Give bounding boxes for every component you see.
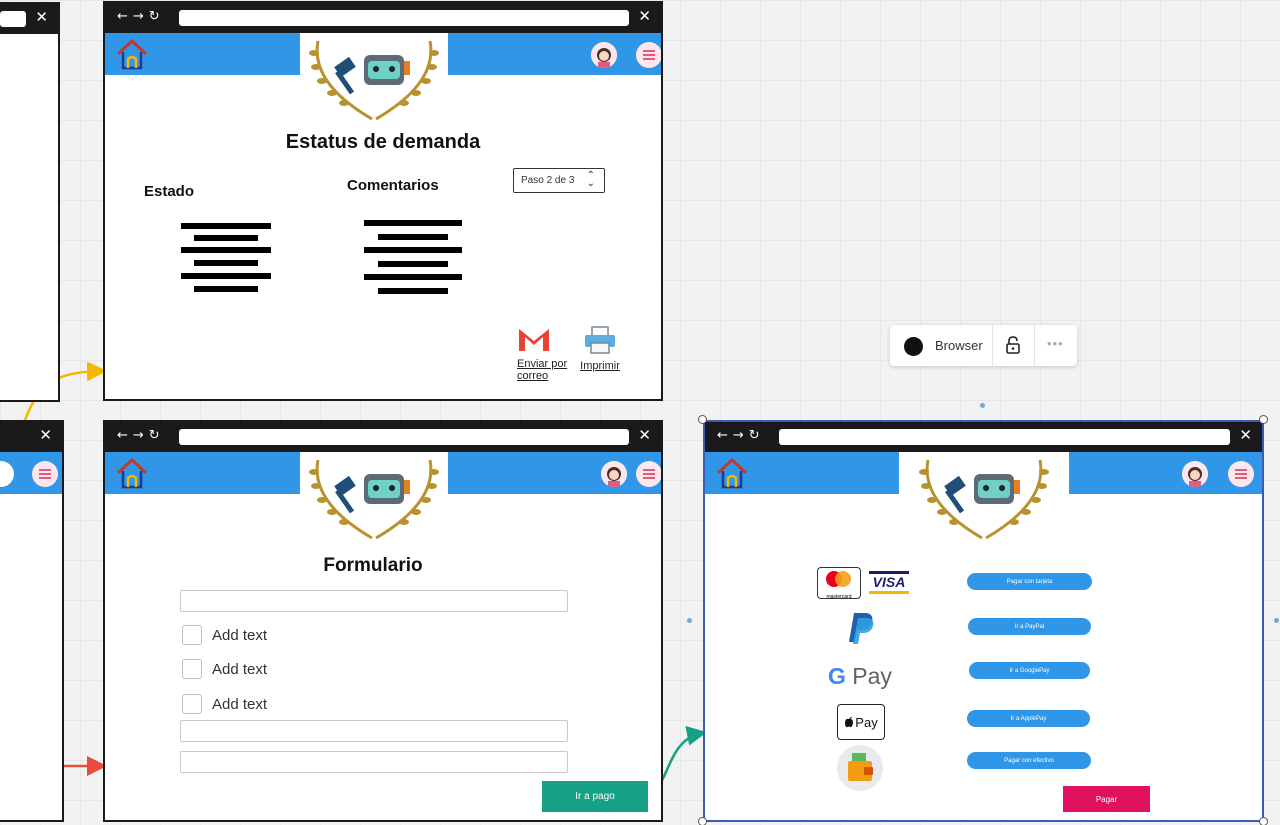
menu-icon[interactable]: [1228, 461, 1254, 487]
wallet-icon: [837, 745, 883, 791]
screen-formulario: ←→↻ ✕ Formulario Add text Add text Add t…: [103, 420, 663, 822]
gmail-icon: [519, 329, 549, 351]
nav-icons[interactable]: ←→↻: [117, 9, 165, 24]
avatar[interactable]: [591, 42, 617, 68]
go-to-payment-button[interactable]: Ir a pago: [542, 781, 648, 812]
browser-chrome: ←→↻ ✕: [705, 422, 1262, 452]
menu-icon[interactable]: [636, 461, 661, 487]
text-field[interactable]: [180, 590, 568, 612]
text-field[interactable]: [180, 751, 568, 773]
printer-icon: [585, 326, 615, 354]
app-header: [105, 452, 661, 544]
color-dot[interactable]: [904, 337, 923, 356]
url-bar[interactable]: [179, 10, 629, 26]
checkbox[interactable]: [182, 694, 202, 714]
print-action[interactable]: Imprimir: [578, 325, 622, 372]
anchor-dot[interactable]: [980, 403, 985, 408]
partial-frame-top-left: ✕: [0, 2, 60, 402]
browser-chrome: ←→↻ ✕: [105, 422, 661, 452]
column-heading-estado: Estado: [144, 183, 195, 200]
apple-pay-text: Pay: [855, 714, 878, 730]
anchor-dot[interactable]: [687, 618, 692, 623]
nav-icons[interactable]: ←→↻: [117, 428, 165, 443]
partial-frame-bottom-left: ✕: [0, 420, 64, 822]
checkbox[interactable]: [182, 625, 202, 645]
mastercard-text: mastercard: [826, 594, 852, 600]
divider: [1034, 325, 1035, 366]
close-icon[interactable]: ✕: [638, 426, 651, 444]
checkbox-row[interactable]: Add text: [182, 694, 267, 714]
selection-handle[interactable]: [698, 817, 707, 825]
logo: [300, 452, 448, 544]
avatar[interactable]: [1182, 461, 1208, 487]
screen-pago: ←→↻ ✕ mastercard VISA G Pay Pay Pagar co…: [703, 420, 1264, 822]
googlepay-button[interactable]: Ir a GooglePay: [969, 662, 1090, 679]
app-header: [705, 452, 1262, 544]
url-bar[interactable]: [779, 429, 1230, 445]
email-label[interactable]: Enviar por correo: [517, 358, 569, 382]
more-icon[interactable]: •••: [1047, 336, 1064, 351]
selection-handle[interactable]: [1259, 415, 1268, 424]
selection-handle[interactable]: [698, 415, 707, 424]
close-icon[interactable]: ✕: [1239, 426, 1252, 444]
step-select-value: Paso 2 de 3: [521, 175, 575, 186]
selection-handle[interactable]: [1259, 817, 1268, 825]
email-action[interactable]: Enviar por correo: [517, 325, 573, 382]
avatar: [0, 461, 14, 487]
cash-button[interactable]: Pagar con efectivo: [967, 752, 1091, 769]
browser-chrome: ←→↻ ✕: [105, 3, 661, 33]
logo: [899, 452, 1069, 544]
text-field[interactable]: [180, 720, 568, 742]
page-title: Estatus de demanda: [285, 131, 481, 153]
checkbox-label: Add text: [212, 626, 268, 644]
column-heading-comentarios: Comentarios: [347, 177, 439, 194]
checkbox-row[interactable]: Add text: [182, 659, 267, 679]
lock-icon[interactable]: [1005, 336, 1021, 354]
screen-estatus: ←→↻ ✕ Estatus de demanda Estado Comentar…: [103, 1, 663, 401]
visa-text: VISA: [872, 574, 906, 590]
mastercard-icon: mastercard: [817, 567, 861, 600]
updown-icon: ⌃ ⌄: [586, 170, 595, 189]
page-title: Formulario: [323, 555, 423, 576]
avatar[interactable]: [601, 461, 627, 487]
floating-toolbar: Browser •••: [890, 325, 1077, 366]
google-pay-icon: G Pay: [828, 663, 892, 689]
pay-button[interactable]: Pagar: [1063, 786, 1150, 812]
google-pay-text: Pay: [852, 663, 892, 689]
divider: [992, 325, 993, 366]
checkbox-label: Add text: [212, 695, 268, 713]
checkbox-row[interactable]: Add text: [182, 625, 267, 645]
step-select[interactable]: Paso 2 de 3 ⌃ ⌄: [513, 168, 605, 193]
apple-pay-icon: Pay: [837, 704, 885, 740]
menu-icon[interactable]: [32, 461, 58, 487]
home-icon[interactable]: [115, 37, 149, 71]
print-label[interactable]: Imprimir: [578, 360, 622, 372]
paypal-icon: [849, 613, 874, 644]
close-icon[interactable]: ✕: [638, 7, 651, 25]
menu-icon[interactable]: [636, 42, 661, 68]
home-icon[interactable]: [715, 456, 749, 490]
logo: [300, 33, 448, 125]
url-bar[interactable]: [179, 429, 629, 445]
applepay-button[interactable]: Ir a ApplePay: [967, 710, 1090, 727]
visa-icon: VISA: [869, 571, 909, 595]
checkbox-label: Add text: [212, 660, 268, 678]
app-header: [105, 33, 661, 125]
pay-card-button[interactable]: Pagar con tarjeta: [967, 573, 1092, 590]
anchor-dot[interactable]: [1274, 618, 1279, 623]
checkbox[interactable]: [182, 659, 202, 679]
nav-icons[interactable]: ←→↻: [717, 428, 765, 443]
toolbar-label[interactable]: Browser: [935, 338, 983, 353]
paypal-button[interactable]: Ir a PayPal: [968, 618, 1091, 635]
home-icon[interactable]: [115, 456, 149, 490]
